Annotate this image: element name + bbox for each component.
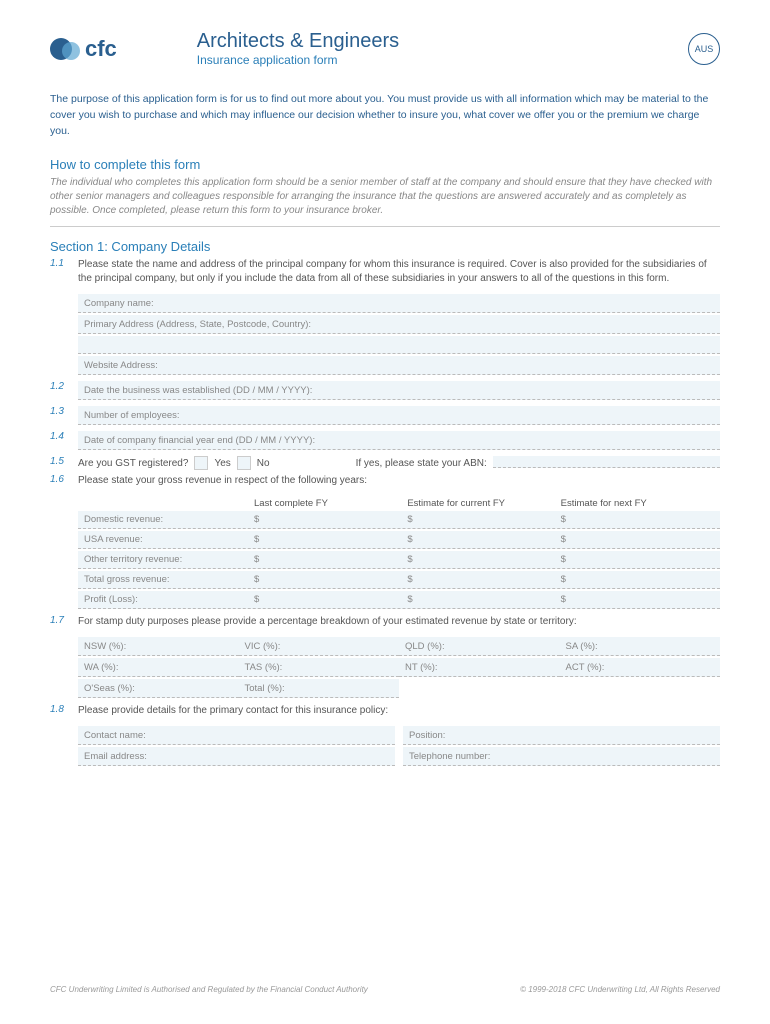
logo-icon — [50, 34, 80, 64]
revenue-input[interactable]: $ — [407, 514, 560, 525]
q-number: 1.7 — [50, 615, 78, 700]
revenue-input[interactable]: $ — [254, 554, 407, 565]
footer: CFC Underwriting Limited is Authorised a… — [50, 985, 720, 994]
gst-no-checkbox[interactable] — [237, 456, 251, 470]
field-label: Contact name: — [84, 730, 146, 741]
revenue-input[interactable]: $ — [561, 574, 714, 585]
revenue-input[interactable]: $ — [561, 534, 714, 545]
q-text: Please state your gross revenue in respe… — [78, 474, 720, 488]
no-label: No — [257, 458, 270, 469]
email-input[interactable] — [147, 750, 389, 762]
state-label: NSW (%): — [84, 641, 126, 652]
state-label: NT (%): — [405, 662, 438, 673]
logo-text: cfc — [85, 36, 117, 62]
address-input[interactable] — [311, 318, 714, 330]
row-label: Other territory revenue: — [84, 554, 254, 565]
col-header: Estimate for current FY — [407, 498, 560, 509]
revenue-input[interactable]: $ — [561, 554, 714, 565]
q-text: Date the business was established (DD / … — [84, 385, 312, 396]
state-label: QLD (%): — [405, 641, 445, 652]
address-input-2[interactable] — [78, 336, 720, 354]
q-number: 1.6 — [50, 474, 78, 611]
q-text: Please provide details for the primary c… — [78, 704, 720, 718]
state-input[interactable] — [604, 661, 714, 673]
position-input[interactable] — [445, 729, 714, 741]
state-input[interactable] — [118, 661, 232, 673]
website-input[interactable] — [158, 359, 714, 371]
q-number: 1.5 — [50, 456, 78, 470]
divider — [50, 226, 720, 227]
employees-input[interactable] — [180, 409, 714, 421]
footer-right: © 1999-2018 CFC Underwriting Ltd, All Ri… — [520, 985, 720, 994]
field-label: Company name: — [84, 298, 154, 309]
phone-input[interactable] — [490, 750, 714, 762]
col-header: Last complete FY — [254, 498, 407, 509]
q-text: Please state the name and address of the… — [78, 258, 720, 286]
revenue-input[interactable]: $ — [254, 514, 407, 525]
row-label: Profit (Loss): — [84, 594, 254, 605]
page-subtitle: Insurance application form — [197, 53, 688, 67]
contact-name-input[interactable] — [146, 729, 389, 741]
gst-yes-checkbox[interactable] — [194, 456, 208, 470]
fy-end-input[interactable] — [315, 434, 714, 446]
page-header: cfc Architects & Engineers Insurance app… — [50, 30, 720, 67]
state-label: VIC (%): — [245, 641, 281, 652]
state-input[interactable] — [598, 640, 714, 652]
q-number: 1.2 — [50, 381, 78, 402]
revenue-input[interactable]: $ — [407, 574, 560, 585]
row-label: Domestic revenue: — [84, 514, 254, 525]
revenue-input[interactable]: $ — [254, 594, 407, 605]
q-number: 1.1 — [50, 258, 78, 377]
state-input[interactable] — [282, 661, 393, 673]
revenue-input[interactable]: $ — [561, 594, 714, 605]
state-label: WA (%): — [84, 662, 118, 673]
field-label: Email address: — [84, 751, 147, 762]
q-text: For stamp duty purposes please provide a… — [78, 615, 720, 629]
state-label: ACT (%): — [566, 662, 605, 673]
region-badge: AUS — [688, 33, 720, 65]
field-label: Website Address: — [84, 360, 158, 371]
state-label: Total (%): — [245, 683, 285, 694]
state-input[interactable] — [445, 640, 554, 652]
revenue-input[interactable]: $ — [254, 574, 407, 585]
section1-heading: Section 1: Company Details — [50, 239, 720, 254]
howto-text: The individual who completes this applic… — [50, 176, 720, 218]
q-number: 1.8 — [50, 704, 78, 768]
q-text: Are you GST registered? — [78, 458, 188, 469]
q-number: 1.4 — [50, 431, 78, 452]
state-input[interactable] — [135, 682, 233, 694]
revenue-input[interactable]: $ — [407, 594, 560, 605]
yes-label: Yes — [214, 458, 230, 469]
field-label: Position: — [409, 730, 445, 741]
col-header: Estimate for next FY — [561, 498, 714, 509]
q-number: 1.3 — [50, 406, 78, 427]
state-input[interactable] — [280, 640, 393, 652]
intro-text: The purpose of this application form is … — [50, 92, 720, 139]
company-name-input[interactable] — [154, 297, 714, 309]
state-label: SA (%): — [566, 641, 598, 652]
logo: cfc — [50, 34, 117, 64]
q-text: Number of employees: — [84, 410, 180, 421]
state-input[interactable] — [438, 661, 554, 673]
state-input[interactable] — [126, 640, 232, 652]
row-label: USA revenue: — [84, 534, 254, 545]
row-label: Total gross revenue: — [84, 574, 254, 585]
howto-heading: How to complete this form — [50, 157, 720, 172]
revenue-input[interactable]: $ — [407, 554, 560, 565]
field-label: Telephone number: — [409, 751, 490, 762]
field-label: Primary Address (Address, State, Postcod… — [84, 319, 311, 330]
state-label: O'Seas (%): — [84, 683, 135, 694]
footer-left: CFC Underwriting Limited is Authorised a… — [50, 985, 368, 994]
revenue-input[interactable]: $ — [561, 514, 714, 525]
revenue-input[interactable]: $ — [407, 534, 560, 545]
state-label: TAS (%): — [245, 662, 283, 673]
abn-label: If yes, please state your ABN: — [356, 458, 487, 469]
revenue-input[interactable]: $ — [254, 534, 407, 545]
abn-input[interactable] — [493, 456, 720, 468]
page-title: Architects & Engineers — [197, 30, 688, 53]
state-input[interactable] — [285, 682, 393, 694]
q-text: Date of company financial year end (DD /… — [84, 435, 315, 446]
established-date-input[interactable] — [312, 384, 714, 396]
